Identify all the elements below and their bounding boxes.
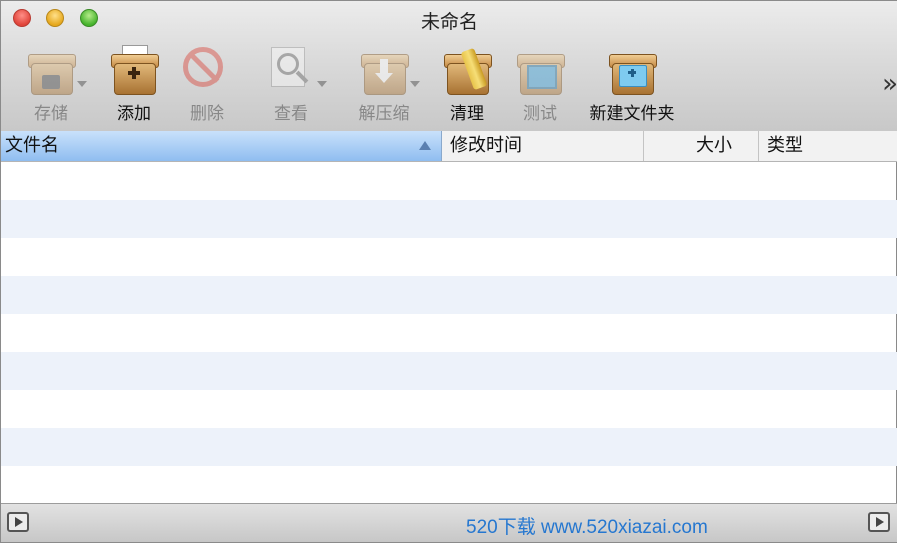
new-folder-label: 新建文件夹 (589, 104, 675, 124)
list-row (1, 314, 897, 352)
test-button[interactable]: 测试 (500, 45, 580, 124)
clean-label: 清理 (450, 104, 484, 124)
broom-box-icon (441, 45, 493, 97)
list-row (1, 428, 897, 466)
column-name-label: 文件名 (5, 135, 59, 156)
column-header: 文件名 修改时间 大小 类型 (1, 131, 897, 162)
file-list[interactable] (1, 162, 897, 505)
extract-arrow-box-icon (358, 45, 420, 97)
delete-button[interactable]: 删除 (167, 45, 247, 124)
store-button[interactable]: 存储 (11, 45, 91, 124)
list-row (1, 466, 897, 504)
add-box-icon (108, 45, 160, 97)
list-row (1, 276, 897, 314)
list-row (1, 352, 897, 390)
delete-label: 删除 (190, 104, 224, 124)
view-label: 查看 (274, 104, 308, 124)
new-folder-button[interactable]: 新建文件夹 (586, 45, 678, 124)
column-kind[interactable]: 类型 (759, 131, 897, 161)
column-name[interactable]: 文件名 (1, 131, 442, 161)
column-size[interactable]: 大小 (644, 131, 759, 161)
extract-label: 解压缩 (358, 104, 410, 124)
play-left-icon[interactable] (7, 512, 29, 532)
view-button[interactable]: 查看 (251, 45, 331, 124)
magnifier-icon (265, 45, 327, 97)
store-label: 存储 (34, 104, 68, 124)
status-bar: 520下载 www.520xiazai.com (1, 503, 897, 542)
list-row (1, 162, 897, 200)
new-folder-box-icon (606, 45, 658, 97)
test-label: 测试 (523, 104, 557, 124)
clean-button[interactable]: 清理 (427, 45, 507, 124)
archive-box-icon (25, 45, 87, 97)
window-title: 未命名 (420, 11, 478, 33)
chevron-double-right-icon[interactable]: » (882, 69, 897, 99)
titlebar: 未命名 存储 添加 删除 查看 解压缩 清理 测试 新建文件夹 » (1, 1, 897, 132)
list-row (1, 238, 897, 276)
archive-window: 未命名 存储 添加 删除 查看 解压缩 清理 测试 新建文件夹 » 文件名 修改… (0, 0, 897, 543)
list-row (1, 390, 897, 428)
add-button[interactable]: 添加 (94, 45, 174, 124)
play-right-icon[interactable] (868, 512, 890, 532)
add-label: 添加 (117, 104, 151, 124)
status-text: 520下载 www.520xiazai.com (466, 517, 708, 538)
list-row (1, 200, 897, 238)
column-modified[interactable]: 修改时间 (442, 131, 644, 161)
sort-ascending-icon (419, 141, 431, 150)
checkmark-box-icon (514, 45, 566, 97)
no-entry-icon (181, 45, 233, 97)
extract-button[interactable]: 解压缩 (344, 45, 424, 124)
